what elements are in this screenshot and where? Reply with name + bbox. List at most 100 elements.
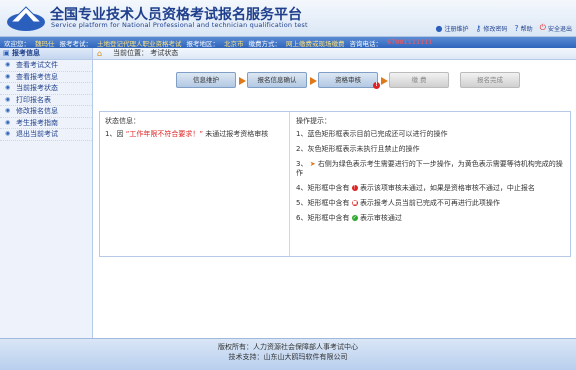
logout-link[interactable]: ⏻ 安全退出 — [540, 23, 572, 33]
ops-tip-6: 6、矩形框中含有 ✓ 表示审核通过 — [296, 214, 565, 223]
arrow-right-icon — [310, 77, 317, 85]
help-link[interactable]: ? 帮助 — [514, 23, 532, 33]
sidebar-item-print-form[interactable]: ◉ 打印报名表 — [0, 95, 92, 106]
main-content: ⌂ 当前位置： 考试状态 信息维护 报名信息确认 资格审核 ! 缴 费 报名完成… — [93, 48, 576, 338]
power-icon: ⏻ — [539, 23, 546, 32]
change-password-label: 修改密码 — [483, 25, 508, 33]
failed-badge-icon: ! — [373, 82, 380, 89]
sidebar-item-label: 考生报考指南 — [16, 118, 58, 127]
bullet-icon: ◉ — [5, 95, 11, 103]
status-reason: “工作年限不符合要求！” — [125, 130, 203, 138]
user-info-bar: 欢迎您： 魏玛仕 报考考试： 土地登记代理人职业资格考试 报考地区： 北京市 缴… — [0, 37, 576, 48]
footer: 版权所有：人力资源社会保障部人事考试中心 技术支持：山东山大鸥玛软件有限公司 — [0, 338, 576, 370]
sidebar-item-exam-files[interactable]: ◉ 查看考试文件 — [0, 60, 92, 72]
sidebar-item-current-status[interactable]: ◉ 当前报考状态 — [0, 83, 92, 95]
arrow-right-icon: ➤ — [309, 160, 316, 168]
status-prefix: 1、因 — [105, 130, 124, 138]
sidebar-item-label: 退出当前考试 — [16, 130, 58, 138]
step-payment: 缴 费 — [389, 72, 449, 88]
ops-tip-text: 右侧为绿色表示考生需要进行的下一步操作，为黄色表示需要等待机构完成的操作 — [296, 160, 563, 177]
register-maintain-link[interactable]: ● 注册维护 — [436, 23, 469, 33]
ops-tip-text: 表示审核通过 — [359, 214, 402, 222]
welcome-label: 欢迎您： — [4, 40, 30, 48]
sidebar-item-view-info[interactable]: ◉ 查看报考信息 — [0, 72, 92, 83]
app-subtitle: Service platform for National Profession… — [51, 21, 308, 29]
logout-label: 安全退出 — [547, 25, 572, 33]
status-section: 状态信息： 1、因 “工作年限不符合要求！” 未通过报考资格审核 — [100, 112, 290, 256]
step-label: 报名信息确认 — [257, 76, 297, 84]
logo-icon — [7, 6, 45, 31]
failed-icon: ! — [351, 185, 358, 191]
welcome-name: 魏玛仕 — [35, 40, 55, 48]
sidebar-item-label: 修改报名信息 — [16, 107, 58, 115]
ops-tip-3: 3、 ➤ 右侧为绿色表示考生需要进行的下一步操作，为黄色表示需要等待机构完成的操… — [296, 160, 565, 178]
area-value: 北京市 — [224, 40, 244, 48]
ops-tip-2: 2、灰色矩形框表示未执行且禁止的操作 — [296, 145, 420, 153]
sidebar-item-label: 查看报考信息 — [16, 72, 58, 81]
status-suffix: 未通过报考资格审核 — [205, 130, 269, 138]
ops-tip-prefix: 4、矩形框中含有 — [296, 184, 350, 192]
top-links: ● 注册维护 ⚷ 修改密码 ? 帮助 ⏻ 安全退出 — [436, 23, 572, 33]
ops-label: 操作提示： — [296, 117, 331, 125]
sidebar-item-label: 打印报名表 — [16, 95, 51, 104]
ops-tip-prefix: 5、矩形框中含有 — [296, 199, 350, 207]
sidebar-item-edit-info[interactable]: ◉ 修改报名信息 — [0, 106, 92, 118]
ops-tip-text: 表示该项审核未通过，如果是资格审核不通过，中止报名 — [359, 184, 535, 192]
step-label: 信息维护 — [193, 76, 219, 84]
area-label: 报考地区： — [186, 40, 220, 48]
step-qualification-review[interactable]: 资格审核 ! — [318, 72, 388, 89]
progress-steps: 信息维护 报名信息确认 资格审核 ! 缴 费 报名完成 — [176, 72, 531, 89]
footer-support: 技术支持：山东山大鸥玛软件有限公司 — [228, 353, 348, 361]
bullet-icon: ◉ — [5, 107, 11, 114]
bullet-icon: ◉ — [5, 61, 11, 68]
exam-value: 土地登记代理人职业资格考试 — [97, 40, 182, 48]
ops-tip-5: 5、矩形框中含有 ■ 表示报考人员当前已完成不可再进行此项操作 — [296, 199, 565, 208]
arrow-right-icon — [239, 77, 246, 85]
help-label: 帮助 — [520, 25, 533, 33]
sidebar-title-label: 报考信息 — [12, 49, 40, 57]
fee-value: 网上缴费或现场缴费 — [286, 40, 345, 48]
help-icon: ? — [514, 23, 519, 33]
breadcrumb: ⌂ 当前位置： 考试状态 — [93, 48, 576, 60]
ops-tip-prefix: 3、 — [296, 160, 308, 168]
operation-tips: 操作提示： 1、蓝色矩形框表示目前已完成还可以进行的操作 2、灰色矩形框表示未执… — [291, 112, 570, 256]
bullet-icon: ◉ — [5, 118, 11, 126]
breadcrumb-label: 当前位置： — [113, 49, 148, 57]
status-label: 状态信息： — [105, 117, 140, 125]
user-icon: ● — [435, 23, 443, 33]
folder-icon: ▣ — [3, 49, 10, 57]
sidebar: ▣ 报考信息 ◉ 查看考试文件 ◉ 查看报考信息 ◉ 当前报考状态 ◉ 打印报名… — [0, 48, 93, 338]
step-info-confirm[interactable]: 报名信息确认 — [247, 72, 317, 88]
ops-tip-4: 4、矩形框中含有 ! 表示该项审核未通过，如果是资格审核不通过，中止报名 — [296, 184, 565, 193]
status-message: 1、因 “工作年限不符合要求！” 未通过报考资格审核 — [105, 130, 284, 139]
phone-value: 67881111111 — [387, 38, 433, 46]
phone-label: 咨询电话： — [349, 40, 383, 48]
footer-owner: 版权所有：人力资源社会保障部人事考试中心 — [218, 343, 358, 351]
home-icon: ⌂ — [97, 49, 103, 58]
sidebar-title: ▣ 报考信息 — [0, 48, 92, 60]
ops-tip-prefix: 6、矩形框中含有 — [296, 214, 350, 222]
done-lock-icon: ■ — [351, 200, 358, 206]
bullet-icon: ◉ — [5, 130, 11, 137]
ops-tip-1: 1、蓝色矩形框表示目前已完成还可以进行的操作 — [296, 130, 448, 138]
status-panel: 状态信息： 1、因 “工作年限不符合要求！” 未通过报考资格审核 操作提示： 1… — [99, 111, 571, 257]
header: 全国专业技术人员资格考试报名服务平台 Service platform for … — [0, 0, 576, 37]
sidebar-item-exit-exam[interactable]: ◉ 退出当前考试 — [0, 129, 92, 141]
step-info-maintain[interactable]: 信息维护 — [176, 72, 246, 88]
check-icon: ✓ — [351, 215, 358, 221]
key-icon: ⚷ — [475, 23, 482, 33]
step-label: 缴 费 — [411, 76, 427, 84]
sidebar-item-guide[interactable]: ◉ 考生报考指南 — [0, 118, 92, 129]
step-label: 资格审核 — [335, 76, 361, 84]
step-label: 报名完成 — [477, 76, 503, 84]
bullet-icon: ◉ — [5, 84, 11, 91]
change-password-link[interactable]: ⚷ 修改密码 — [476, 23, 508, 33]
exam-label: 报考考试： — [59, 40, 93, 48]
step-complete: 报名完成 — [460, 72, 520, 88]
sidebar-item-label: 当前报考状态 — [16, 84, 58, 92]
register-maintain-label: 注册维护 — [444, 25, 469, 33]
breadcrumb-value: 考试状态 — [150, 49, 179, 57]
arrow-right-icon — [381, 77, 388, 85]
sidebar-item-label: 查看考试文件 — [16, 61, 58, 69]
bullet-icon: ◉ — [5, 72, 11, 80]
